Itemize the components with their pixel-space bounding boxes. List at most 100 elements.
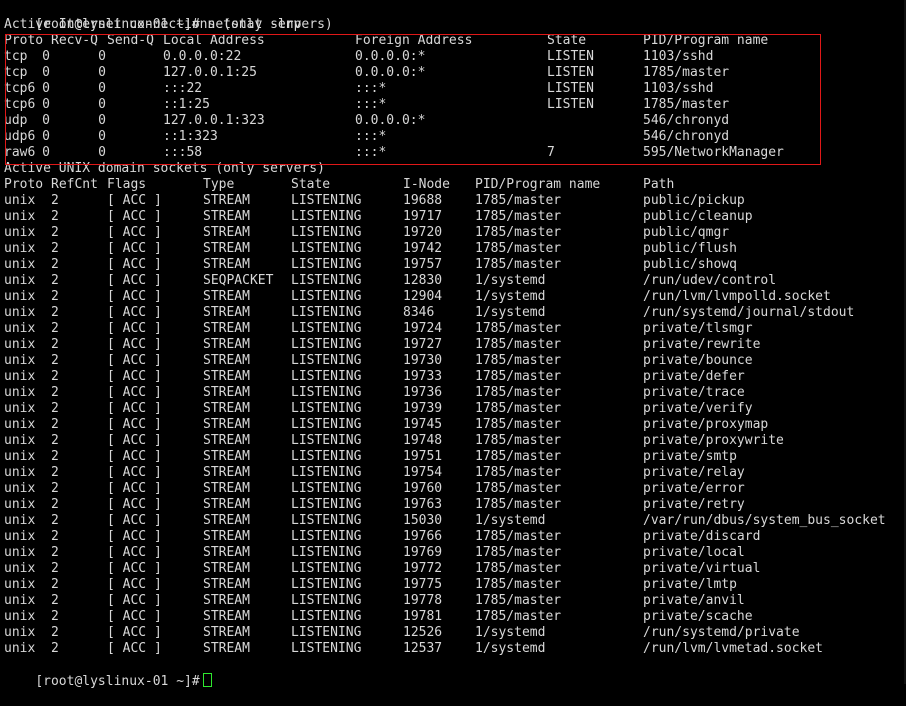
unix-cell-type: STREAM — [203, 417, 250, 432]
inet-cell-local-address: ::1:323 — [163, 129, 218, 144]
unix-cell-proto: unix — [4, 305, 36, 320]
unix-cell-flags: [ ACC ] — [107, 385, 162, 400]
inet-cell-pid-program: 546/chronyd — [643, 129, 730, 144]
unix-cell-state: LISTENING — [291, 369, 362, 384]
unix-cell-pid-program: 1785/master — [475, 529, 562, 544]
unix-cell-state: LISTENING — [291, 625, 362, 640]
unix-cell-path: private/local — [643, 545, 745, 560]
unix-cell-refcnt: 2 — [51, 289, 59, 304]
unix-cell-refcnt: 2 — [51, 513, 59, 528]
inet-cell-send-q: 0 — [98, 49, 106, 64]
unix-cell-proto: unix — [4, 321, 36, 336]
unix-cell-path: private/defer — [643, 369, 745, 384]
unix-header-state: State — [291, 177, 331, 192]
unix-cell-flags: [ ACC ] — [107, 369, 162, 384]
unix-cell-state: LISTENING — [291, 465, 362, 480]
final-shell-prompt: [root@lyslinux-01 ~]# — [35, 674, 200, 689]
unix-cell-flags: [ ACC ] — [107, 609, 162, 624]
unix-section-title: Active UNIX domain sockets (only servers… — [4, 161, 325, 176]
unix-cell-pid-program: 1785/master — [475, 449, 562, 464]
unix-cell-state: LISTENING — [291, 433, 362, 448]
unix-cell-state: LISTENING — [291, 257, 362, 272]
unix-cell-inode: 19754 — [403, 465, 443, 480]
inet-table: tcp 0 0 0.0.0.0:22 0.0.0.0:* LISTEN 1103/sshd t… — [4, 49, 904, 161]
unix-table-row: unix 2 [ ACC ] STREAM LISTENING 12537 1/system… — [4, 641, 904, 657]
unix-cell-state: LISTENING — [291, 209, 362, 224]
unix-cell-type: SEQPACKET — [203, 273, 274, 288]
unix-cell-inode: 19778 — [403, 593, 443, 608]
unix-cell-type: STREAM — [203, 465, 250, 480]
unix-header-pid-program: PID/Program name — [475, 177, 601, 192]
unix-cell-flags: [ ACC ] — [107, 417, 162, 432]
unix-cell-flags: [ ACC ] — [107, 641, 162, 656]
unix-cell-path: /run/systemd/journal/stdout — [643, 305, 855, 320]
unix-table-row: unix 2 [ ACC ] STREAM LISTENING 8346 1/systemd… — [4, 305, 904, 321]
inet-section-title: Active Internet connections (only server… — [4, 17, 333, 32]
unix-cell-state: LISTENING — [291, 529, 362, 544]
unix-cell-pid-program: 1785/master — [475, 209, 562, 224]
inet-cell-foreign-address: 0.0.0.0:* — [355, 113, 426, 128]
final-prompt-line[interactable]: [root@lyslinux-01 ~]# — [4, 657, 904, 689]
unix-cell-proto: unix — [4, 609, 36, 624]
unix-cell-inode: 19727 — [403, 337, 443, 352]
inet-table-row: tcp 0 0 0.0.0.0:22 0.0.0.0:* LISTEN 1103/sshd — [4, 49, 904, 65]
unix-cell-pid-program: 1785/master — [475, 257, 562, 272]
unix-cell-type: STREAM — [203, 353, 250, 368]
unix-table-row: unix 2 [ ACC ] STREAM LISTENING 19730 1785/mas… — [4, 353, 904, 369]
inet-cell-local-address: 127.0.0.1:323 — [163, 113, 265, 128]
unix-table-row: unix 2 [ ACC ] STREAM LISTENING 19727 1785/mas… — [4, 337, 904, 353]
unix-cell-proto: unix — [4, 353, 36, 368]
inet-cell-pid-program: 1103/sshd — [643, 81, 714, 96]
unix-cell-path: /run/systemd/private — [643, 625, 800, 640]
unix-cell-path: private/discard — [643, 529, 761, 544]
unix-cell-pid-program: 1785/master — [475, 385, 562, 400]
inet-header-row: Proto Recv-Q Send-Q Local Address Foreign Ad… — [4, 33, 904, 49]
unix-cell-refcnt: 2 — [51, 641, 59, 656]
inet-cell-foreign-address: :::* — [355, 97, 387, 112]
unix-cell-type: STREAM — [203, 545, 250, 560]
unix-cell-flags: [ ACC ] — [107, 433, 162, 448]
unix-table-row: unix 2 [ ACC ] STREAM LISTENING 19772 1785/mas… — [4, 561, 904, 577]
inet-cell-local-address: :::58 — [163, 145, 203, 160]
unix-cell-inode: 19724 — [403, 321, 443, 336]
unix-cell-proto: unix — [4, 593, 36, 608]
unix-cell-flags: [ ACC ] — [107, 449, 162, 464]
unix-cell-refcnt: 2 — [51, 321, 59, 336]
unix-cell-type: STREAM — [203, 321, 250, 336]
unix-cell-proto: unix — [4, 433, 36, 448]
unix-cell-inode: 19772 — [403, 561, 443, 576]
unix-table-row: unix 2 [ ACC ] STREAM LISTENING 19754 1785/mas… — [4, 465, 904, 481]
unix-table-row: unix 2 [ ACC ] STREAM LISTENING 19724 1785/mas… — [4, 321, 904, 337]
unix-cell-inode: 19766 — [403, 529, 443, 544]
unix-cell-type: STREAM — [203, 593, 250, 608]
unix-cell-flags: [ ACC ] — [107, 305, 162, 320]
unix-cell-type: STREAM — [203, 225, 250, 240]
unix-cell-pid-program: 1/systemd — [475, 641, 546, 656]
unix-cell-pid-program: 1785/master — [475, 545, 562, 560]
unix-cell-refcnt: 2 — [51, 385, 59, 400]
unix-cell-path: private/retry — [643, 497, 745, 512]
unix-cell-state: LISTENING — [291, 273, 362, 288]
unix-cell-inode: 19751 — [403, 449, 443, 464]
unix-cell-path: private/anvil — [643, 593, 745, 608]
unix-cell-flags: [ ACC ] — [107, 529, 162, 544]
unix-cell-pid-program: 1785/master — [475, 193, 562, 208]
unix-cell-proto: unix — [4, 273, 36, 288]
unix-table-row: unix 2 [ ACC ] STREAM LISTENING 19760 1785/mas… — [4, 481, 904, 497]
inet-cell-proto: tcp — [4, 49, 28, 64]
unix-cell-flags: [ ACC ] — [107, 225, 162, 240]
unix-cell-refcnt: 2 — [51, 577, 59, 592]
unix-cell-inode: 19748 — [403, 433, 443, 448]
unix-cell-type: STREAM — [203, 449, 250, 464]
unix-cell-pid-program: 1/systemd — [475, 625, 546, 640]
unix-table-row: unix 2 [ ACC ] STREAM LISTENING 19775 1785/mas… — [4, 577, 904, 593]
inet-cell-proto: udp6 — [4, 129, 36, 144]
terminal-window[interactable]: [root@lyslinux-01 ~]# netstat -lnp Activ… — [4, 1, 904, 689]
inet-header-proto: Proto — [4, 33, 44, 48]
unix-table-row: unix 2 [ ACC ] STREAM LISTENING 15030 1/system… — [4, 513, 904, 529]
unix-cell-type: STREAM — [203, 305, 250, 320]
unix-cell-state: LISTENING — [291, 401, 362, 416]
unix-cell-type: STREAM — [203, 209, 250, 224]
cursor-block[interactable] — [202, 673, 212, 687]
inet-cell-state: LISTEN — [547, 65, 594, 80]
